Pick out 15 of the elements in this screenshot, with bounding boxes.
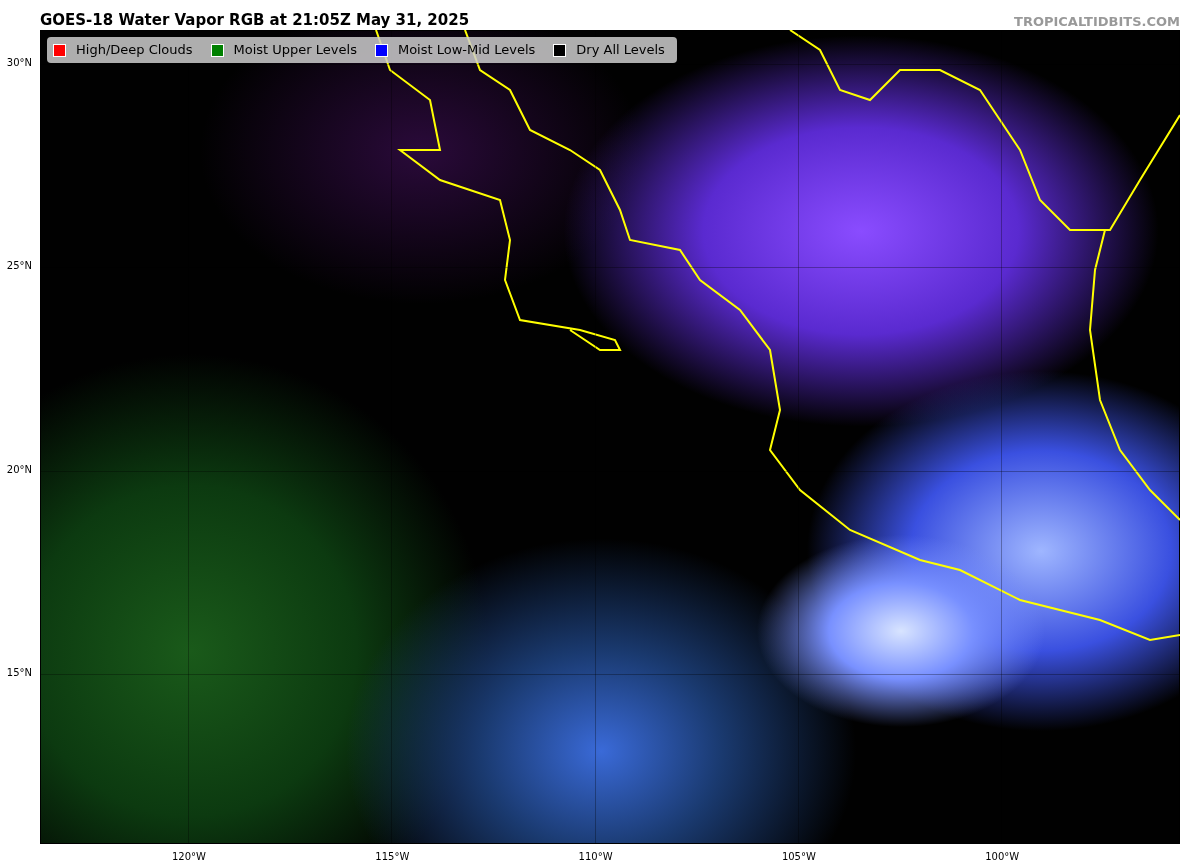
latitude-label: 15°N bbox=[6, 667, 32, 678]
legend-label: Moist Low-Mid Levels bbox=[397, 41, 536, 60]
longitude-label: 105°W bbox=[781, 852, 816, 862]
chart-title: GOES-18 Water Vapor RGB at 21:05Z May 31, 2025 bbox=[40, 13, 470, 28]
legend-label: High/Deep Clouds bbox=[76, 41, 193, 60]
latitude-label: 25°N bbox=[6, 261, 32, 272]
longitude-label: 120°W bbox=[172, 852, 206, 862]
latitude-label: 30°N bbox=[6, 58, 32, 68]
legend-label: Moist Upper Levels bbox=[233, 41, 357, 60]
longitude-label: 110°W bbox=[578, 852, 613, 862]
longitude-label: 100°W bbox=[985, 852, 1020, 862]
longitude-label: 115°W bbox=[375, 852, 410, 862]
latitude-label: 20°N bbox=[6, 464, 32, 475]
legend-label: Dry All Levels bbox=[576, 41, 665, 60]
site-credit: TROPICALTIDBITS.COM bbox=[1014, 15, 1180, 28]
